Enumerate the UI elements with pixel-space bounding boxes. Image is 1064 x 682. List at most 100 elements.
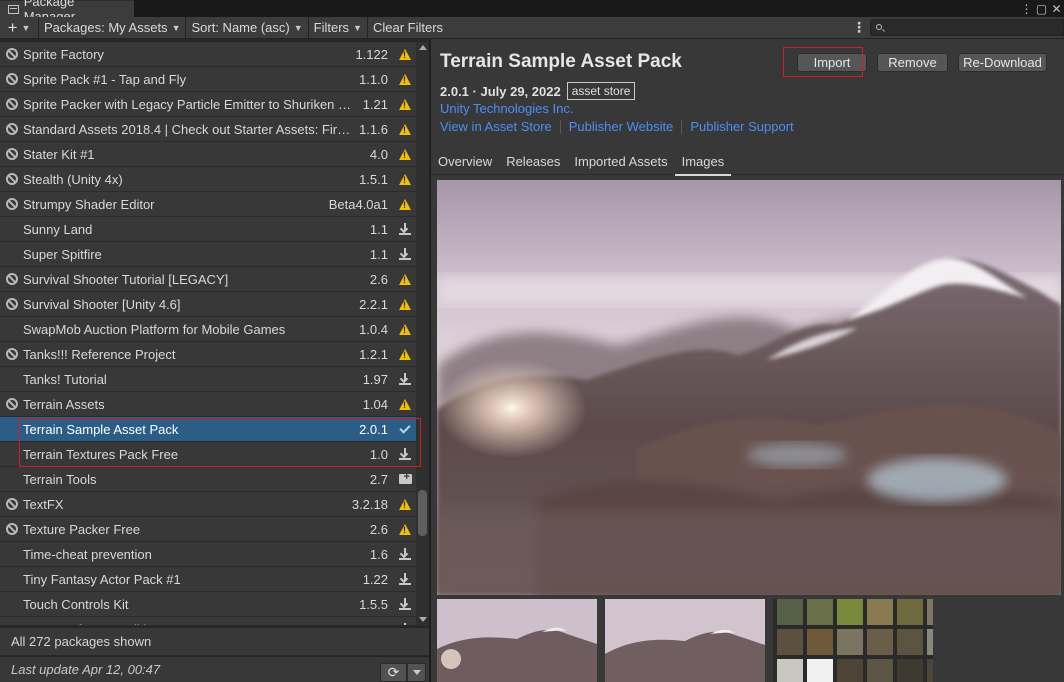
deprecated-icon [0, 498, 23, 510]
tab-overview[interactable]: Overview [431, 149, 499, 175]
tab-images[interactable]: Images [674, 149, 732, 176]
warning-icon-glyph [399, 273, 411, 285]
deprecated-icon [0, 98, 23, 110]
package-row[interactable]: TextFX 3.2.18 [0, 492, 416, 517]
ban-icon [5, 48, 18, 60]
clear-filters-button[interactable]: Clear Filters [368, 17, 448, 38]
asset-store-badge: asset store [566, 82, 636, 100]
thumbnail-3[interactable] [773, 599, 933, 682]
redownload-button[interactable]: Re-Download [958, 53, 1047, 72]
package-row[interactable]: Tanks!!! Reference Project 1.2.1 [0, 342, 416, 367]
version-date-text: 2.0.1 · July 29, 2022 [440, 83, 561, 99]
package-row[interactable]: Tiny Fantasy Actor Pack #1 1.22 [0, 567, 416, 592]
package-version: 2.6 [369, 521, 388, 537]
package-version: Beta4.0a1 [328, 196, 388, 212]
package-row[interactable]: Sunny Land 1.1 [0, 217, 416, 242]
warning-icon-glyph [399, 198, 411, 210]
package-row[interactable]: Sprite Factory 1.122 [0, 42, 416, 67]
ban-icon [5, 198, 18, 210]
link-divider [681, 119, 683, 134]
window-tab[interactable]: Package Manager [0, 0, 134, 24]
package-row[interactable]: Terrain Tools 2.7 [0, 467, 416, 492]
scroll-up-icon[interactable] [419, 45, 427, 50]
package-name: Strumpy Shader Editor [23, 196, 155, 212]
preview-image [437, 180, 1061, 595]
close-icon[interactable]: ✕ [1049, 2, 1064, 16]
download-icon-glyph [399, 573, 411, 585]
remove-button[interactable]: Remove [877, 53, 948, 72]
warning-icon-glyph [399, 498, 411, 510]
package-row[interactable]: Texture Packer Free 2.6 [0, 517, 416, 542]
package-version: 1.1.0 [359, 71, 388, 87]
scrollbar-thumb[interactable] [418, 490, 427, 536]
download-icon-glyph [399, 548, 411, 560]
package-version: 1.5.1 [359, 171, 388, 187]
tab-imported-assets[interactable]: Imported Assets [567, 149, 674, 175]
sort-dropdown[interactable]: Sort: Name (asc) ▼ [186, 17, 309, 38]
package-row[interactable]: Time-cheat prevention 1.6 [0, 542, 416, 567]
package-row[interactable]: SwapMob Auction Platform for Mobile Game… [0, 317, 416, 342]
refresh-options-dropdown[interactable] [407, 663, 426, 682]
download-icon [394, 367, 416, 392]
package-version: 1.2.1 [359, 346, 388, 362]
package-version: 1.1 [369, 221, 388, 237]
ban-icon [5, 498, 18, 510]
tab-releases[interactable]: Releases [499, 149, 567, 175]
package-name: Stealth (Unity 4x) [23, 171, 123, 187]
packages-filter-dropdown[interactable]: Packages: My Assets ▼ [39, 17, 187, 38]
package-row[interactable]: Tanks! Tutorial 1.97 [0, 367, 416, 392]
package-row[interactable]: Terrain Sample Asset Pack 2.0.1 [0, 417, 416, 442]
add-package-button[interactable]: + ▼ [0, 17, 39, 38]
package-row[interactable]: Super Spitfire 1.1 [0, 242, 416, 267]
package-row[interactable]: Strumpy Shader Editor Beta4.0a1 [0, 192, 416, 217]
thumbnail-1[interactable] [437, 599, 597, 682]
warning-icon [394, 517, 416, 542]
thumbnail-2[interactable] [605, 599, 765, 682]
import-button[interactable]: Import [797, 53, 867, 72]
package-row[interactable]: Survival Shooter Tutorial [LEGACY] 2.6 [0, 267, 416, 292]
terrain-landscape-image [437, 180, 1061, 595]
scroll-down-icon[interactable] [419, 617, 427, 622]
package-row[interactable]: Stater Kit #1 4.0 [0, 142, 416, 167]
package-row[interactable]: Survival Shooter [Unity 4.6] 2.2.1 [0, 292, 416, 317]
window-menu-icon[interactable]: ⋮ [1019, 2, 1034, 16]
warning-icon-glyph [399, 73, 411, 85]
terrain-thumbnail-image [605, 599, 765, 682]
package-title: Terrain Sample Asset Pack [440, 51, 682, 72]
deprecated-icon [0, 273, 23, 285]
publisher-support-link[interactable]: Publisher Support [690, 119, 793, 134]
package-row[interactable]: Stealth (Unity 4x) 1.5.1 [0, 167, 416, 192]
toolbar-menu-icon[interactable]: ⋮ [850, 17, 868, 38]
refresh-button[interactable]: ⟳ [380, 663, 407, 682]
package-version: 1.97 [362, 371, 388, 387]
chevron-down-icon: ▼ [21, 22, 31, 33]
package-row[interactable]: Terrain Textures Pack Free 1.0 [0, 442, 416, 467]
warning-icon [394, 342, 416, 367]
publisher-website-link[interactable]: Publisher Website [569, 119, 674, 134]
download-icon [394, 217, 416, 242]
package-row[interactable]: Standard Assets 2018.4 | Check out Start… [0, 117, 416, 142]
deprecated-icon [0, 298, 23, 310]
view-in-asset-store-link[interactable]: View in Asset Store [440, 119, 552, 134]
publisher-name[interactable]: Unity Technologies Inc. [440, 101, 573, 116]
search-input[interactable] [870, 19, 1064, 36]
package-row[interactable]: Sprite Pack #1 - Tap and Fly 1.1.0 [0, 67, 416, 92]
warning-icon [394, 42, 416, 67]
title-bar: Package Manager ⋮ ▢ ✕ [0, 0, 1064, 24]
action-buttons: Import Remove Re-Download [797, 53, 1057, 72]
package-version: 1.04 [362, 396, 388, 412]
filters-dropdown[interactable]: Filters ▼ [309, 17, 368, 38]
maximize-icon[interactable]: ▢ [1034, 2, 1049, 16]
package-row[interactable]: Tower Defense Toolkit [0, 617, 416, 625]
package-row[interactable]: Terrain Assets 1.04 [0, 392, 416, 417]
package-name: Terrain Assets [23, 396, 105, 412]
package-row[interactable]: Touch Controls Kit 1.5.5 [0, 592, 416, 617]
package-version: 1.122 [355, 46, 388, 62]
chevron-down-icon: ▼ [171, 22, 181, 33]
link-divider [559, 119, 561, 134]
package-row[interactable]: Sprite Packer with Legacy Particle Emitt… [0, 92, 416, 117]
deprecated-icon [0, 73, 23, 85]
package-name: Sunny Land [23, 221, 93, 237]
package-version: 1.1 [369, 246, 388, 262]
package-list-scrollbar[interactable] [416, 42, 429, 625]
